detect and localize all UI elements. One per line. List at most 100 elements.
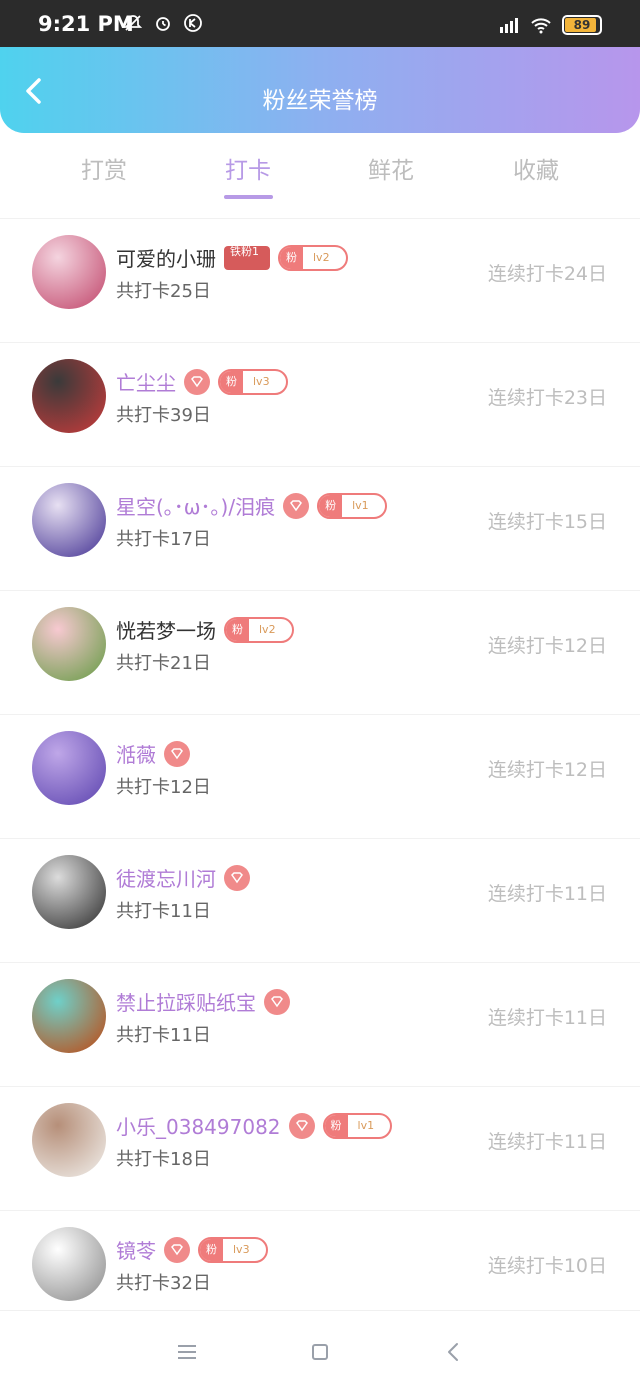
- total-checkins: 共打卡12日: [116, 777, 211, 798]
- user-name: 恍若梦一场: [116, 619, 216, 643]
- total-checkins: 共打卡32日: [116, 1273, 211, 1294]
- avatar: [32, 979, 106, 1053]
- list-item[interactable]: 禁止拉踩贴纸宝 共打卡11日 连续打卡11日: [0, 962, 640, 1087]
- fan-level-badge: 粉 lv3: [218, 368, 288, 395]
- user-name: 亡尘尘: [116, 371, 176, 395]
- total-checkins: 共打卡25日: [116, 281, 211, 302]
- fan-badge-level: lv1: [352, 498, 369, 512]
- alarm-clock-icon: [152, 12, 174, 34]
- fan-level-badge: 粉 lv3: [198, 1236, 268, 1263]
- name-line: 禁止拉踩贴纸宝: [116, 987, 290, 1016]
- user-name: 星空(｡･ω･｡)/泪痕: [116, 495, 276, 519]
- back-nav-button[interactable]: [443, 1341, 465, 1363]
- wifi-icon: [530, 14, 552, 36]
- list-item[interactable]: 徒渡忘川河 共打卡11日 连续打卡11日: [0, 838, 640, 963]
- diamond-icon: [288, 1112, 315, 1139]
- tab-flowers[interactable]: 鲜花: [341, 151, 441, 185]
- name-line: 镜苓 粉 lv3: [116, 1235, 268, 1264]
- signal-hd-icon: [498, 14, 520, 36]
- list-item[interactable]: 可爱的小珊 铁粉1 粉 lv2 共打卡25日 连续打卡24日: [0, 218, 640, 343]
- avatar: [32, 855, 106, 929]
- fan-level-badge: 粉 lv1: [322, 1112, 393, 1139]
- avatar: [32, 731, 106, 805]
- list-item[interactable]: 星空(｡･ω･｡)/泪痕 粉 lv1 共打卡17日 连续打卡15日: [0, 466, 640, 591]
- mute-bell-icon: [122, 12, 144, 34]
- streak-days: 连续打卡11日: [487, 883, 607, 905]
- list-item[interactable]: 亡尘尘 粉 lv3 共打卡39日 连续打卡23日: [0, 342, 640, 467]
- status-time: 9:21 PM: [38, 12, 134, 36]
- total-checkins: 共打卡11日: [116, 1025, 211, 1046]
- avatar: [32, 1103, 106, 1177]
- diamond-icon: [283, 492, 310, 519]
- chevron-left-icon: [448, 1343, 458, 1361]
- home-button[interactable]: [309, 1341, 331, 1363]
- status-icons-right: 89: [498, 14, 602, 36]
- user-name: 镜苓: [116, 1239, 156, 1263]
- fan-level-badge: 粉 lv1: [317, 492, 387, 519]
- tab-checkin[interactable]: 打卡: [198, 151, 298, 185]
- diamond-icon: [164, 1236, 190, 1263]
- list-item[interactable]: 小乐_038497082 粉 lv1 共打卡18日 连续打卡11日: [0, 1086, 640, 1211]
- total-checkins: 共打卡39日: [116, 405, 211, 426]
- streak-days: 连续打卡12日: [487, 635, 607, 657]
- fan-badge-level: lv3: [253, 374, 270, 388]
- diamond-icon: [224, 864, 250, 891]
- fan-badge-level: lv3: [233, 1242, 250, 1256]
- fan-badge-label: 粉: [324, 1114, 348, 1137]
- fan-level-badge: 粉 lv2: [278, 244, 348, 271]
- battery-icon: 89: [562, 15, 602, 35]
- streak-days: 连续打卡23日: [487, 387, 607, 409]
- diamond-icon: [164, 740, 190, 767]
- total-checkins: 共打卡11日: [116, 901, 211, 922]
- diamond-icon: [264, 988, 290, 1015]
- fan-badge-level: lv2: [259, 622, 276, 636]
- name-line: 恍若梦一场 粉 lv2: [116, 615, 294, 644]
- status-icons-left: [122, 12, 204, 34]
- user-name: 徒渡忘川河: [116, 867, 216, 891]
- streak-days: 连续打卡11日: [487, 1007, 607, 1029]
- name-line: 亡尘尘 粉 lv3: [116, 367, 288, 396]
- user-name: 小乐_038497082: [116, 1115, 281, 1139]
- user-name: 湉薇: [116, 743, 156, 767]
- square-home-icon: [312, 1344, 328, 1360]
- menu-button[interactable]: [176, 1341, 198, 1363]
- streak-days: 连续打卡24日: [487, 263, 607, 285]
- fan-badge-label: 粉: [280, 246, 303, 269]
- name-line: 星空(｡･ω･｡)/泪痕 粉 lv1: [116, 491, 387, 520]
- fan-badge-level: lv1: [357, 1118, 375, 1132]
- list-item[interactable]: 恍若梦一场 粉 lv2 共打卡21日 连续打卡12日: [0, 590, 640, 715]
- menu-lines-icon: [178, 1345, 196, 1359]
- page-title: 粉丝荣誉榜: [262, 88, 378, 114]
- header-bar: 9:21 PM 89 粉丝荣誉榜: [0, 0, 640, 133]
- total-checkins: 共打卡18日: [116, 1149, 211, 1170]
- total-checkins: 共打卡17日: [116, 529, 211, 550]
- name-line: 徒渡忘川河: [116, 863, 250, 892]
- k-circle-icon: [182, 12, 204, 34]
- streak-days: 连续打卡12日: [487, 759, 607, 781]
- tab-reward[interactable]: 打赏: [54, 151, 154, 185]
- streak-days: 连续打卡15日: [487, 511, 607, 533]
- avatar: [32, 607, 106, 681]
- streak-days: 连续打卡11日: [487, 1131, 607, 1153]
- total-checkins: 共打卡21日: [116, 653, 211, 674]
- name-line: 小乐_038497082 粉 lv1: [116, 1111, 393, 1140]
- tab-bar: 打赏 打卡 鲜花 收藏: [0, 133, 640, 203]
- tab-active-indicator: [224, 195, 273, 199]
- list-item[interactable]: 湉薇 共打卡12日 连续打卡12日: [0, 714, 640, 839]
- fan-badge-label: 粉: [319, 494, 343, 517]
- tab-favorites[interactable]: 收藏: [486, 151, 586, 185]
- avatar: [32, 1227, 106, 1301]
- streak-days: 连续打卡10日: [487, 1255, 607, 1277]
- avatar: [32, 483, 106, 557]
- tie-fan-badge: 铁粉1: [224, 245, 270, 270]
- fan-badge-label: 粉: [200, 1238, 223, 1261]
- fan-badge-label: 粉: [226, 618, 249, 641]
- avatar: [32, 235, 106, 309]
- app-nav: 粉丝荣誉榜: [0, 47, 640, 133]
- battery-level: 89: [573, 18, 591, 32]
- fan-badge-label: 粉: [220, 370, 243, 393]
- name-line: 湉薇: [116, 739, 190, 768]
- user-name: 禁止拉踩贴纸宝: [116, 991, 256, 1015]
- fan-badge-level: lv2: [313, 250, 330, 264]
- fan-level-badge: 粉 lv2: [224, 616, 294, 643]
